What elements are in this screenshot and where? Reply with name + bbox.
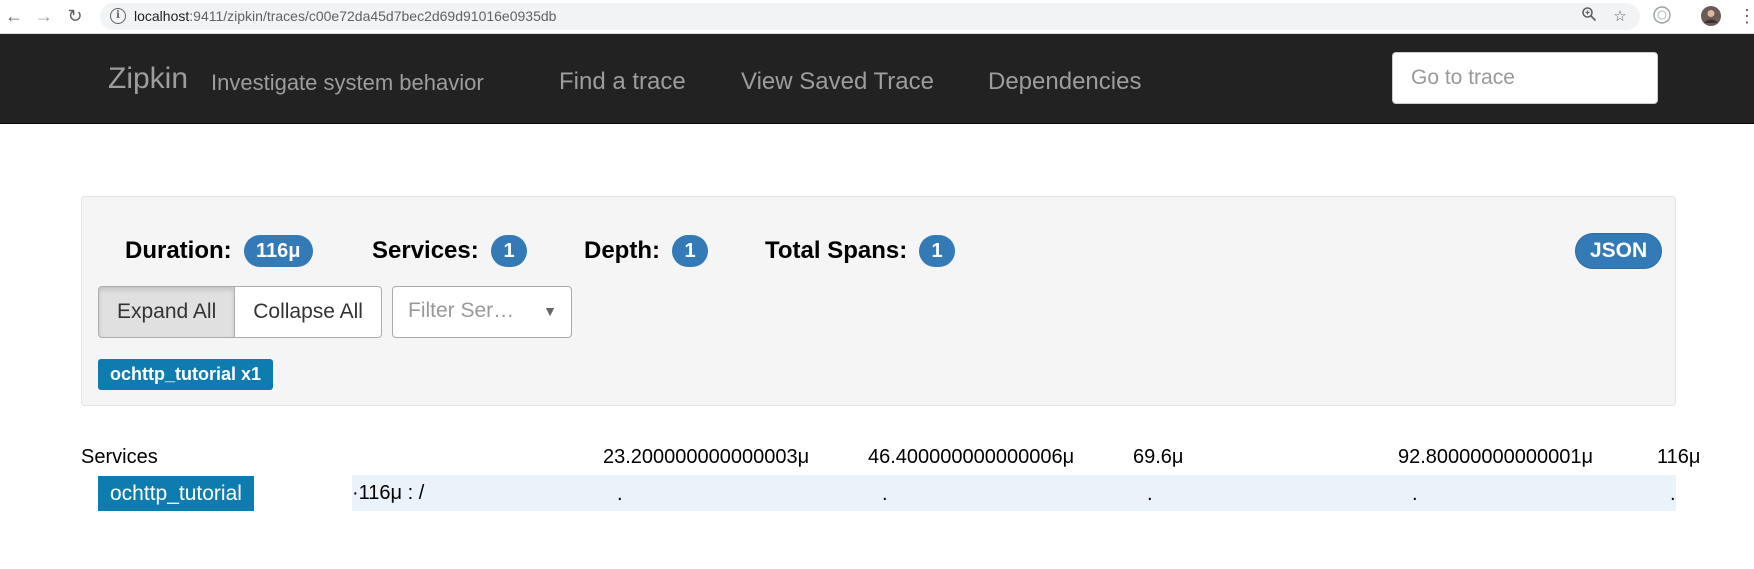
duration-label: Duration: — [125, 237, 232, 264]
timeline-tick-marker: . — [1147, 483, 1153, 505]
expand-collapse-group: Expand All Collapse All — [98, 286, 382, 338]
bookmark-star-icon[interactable]: ☆ — [1609, 6, 1631, 28]
timeline-tick-marker: . — [1670, 483, 1676, 505]
depth-badge: 1 — [672, 235, 708, 267]
timeline-tick-label: 69.6μ — [1133, 446, 1184, 468]
back-icon[interactable]: ← — [2, 4, 26, 28]
timeline-tick-label: 92.80000000000001μ — [1398, 446, 1594, 468]
services-column-header: Services — [81, 446, 158, 468]
forward-icon[interactable]: → — [32, 4, 56, 28]
timeline-tick-marker: . — [882, 483, 888, 505]
span-duration-label[interactable]: ·116μ : / — [352, 482, 424, 505]
nav-find-trace[interactable]: Find a trace — [559, 68, 686, 96]
reload-icon[interactable]: ↻ — [63, 4, 87, 28]
zoom-icon[interactable] — [1578, 6, 1600, 28]
timeline-tick-label: 116μ — [1657, 446, 1701, 468]
profile-avatar[interactable] — [1700, 5, 1724, 29]
menu-kebab-icon[interactable]: ⋮ — [1738, 5, 1754, 29]
total-spans-label: Total Spans: — [765, 237, 908, 264]
nav-view-saved-trace[interactable]: View Saved Trace — [741, 68, 934, 96]
collapse-all-button[interactable]: Collapse All — [235, 286, 382, 338]
json-button[interactable]: JSON — [1575, 233, 1663, 269]
extension-icon[interactable] — [1652, 5, 1676, 29]
services-label: Services: — [372, 237, 479, 264]
timeline-tick-marker: . — [1412, 483, 1418, 505]
nav-dependencies[interactable]: Dependencies — [988, 68, 1141, 96]
go-to-trace-input[interactable]: Go to trace — [1392, 52, 1658, 104]
dropdown-caret-icon: ▼ — [543, 303, 557, 319]
duration-badge: 116μ — [244, 235, 313, 267]
depth-label: Depth: — [584, 237, 660, 264]
address-bar[interactable]: i localhost:9411/zipkin/traces/c00e72da4… — [100, 3, 1640, 30]
filter-placeholder: Filter Ser… — [408, 299, 515, 322]
brand-tagline: Investigate system behavior — [211, 70, 484, 95]
expand-all-button[interactable]: Expand All — [98, 286, 236, 338]
app-navbar: Zipkin Investigate system behavior Find … — [0, 34, 1754, 124]
timeline-tick-label: 46.400000000000006μ — [868, 446, 1075, 468]
span-row[interactable] — [352, 475, 1676, 511]
service-filter-tag[interactable]: ochttp_tutorial x1 — [98, 359, 274, 390]
timeline-tick-label: 23.200000000000003μ — [603, 446, 810, 468]
browser-toolbar: ← → ↻ i localhost:9411/zipkin/traces/c00… — [0, 0, 1754, 34]
services-badge: 1 — [491, 235, 527, 267]
brand-logo[interactable]: Zipkin — [108, 62, 188, 96]
url-text[interactable]: localhost:9411/zipkin/traces/c00e72da45d… — [134, 8, 556, 24]
filter-services-select[interactable]: Filter Ser… ▼ — [392, 286, 572, 338]
trace-summary-panel: Duration: 116μ Services: 1 Depth: 1 Tota… — [81, 196, 1676, 406]
timeline-tick-marker: . — [617, 483, 623, 505]
span-service-name[interactable]: ochttp_tutorial — [98, 476, 254, 511]
site-info-icon[interactable]: i — [110, 8, 126, 24]
total-spans-badge: 1 — [919, 235, 955, 267]
